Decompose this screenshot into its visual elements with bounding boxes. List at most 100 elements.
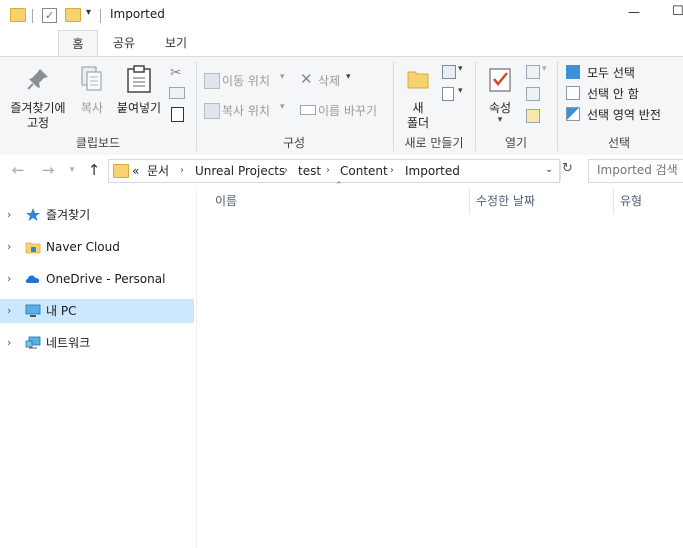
copy-button[interactable]: 복사: [76, 59, 108, 131]
move-to-label: 이동 위치: [222, 74, 270, 88]
column-divider[interactable]: [469, 188, 470, 214]
copy-to-button[interactable]: 복사 위치 ▾: [204, 101, 294, 119]
select-all-button[interactable]: 모두 선택: [566, 63, 678, 81]
column-name[interactable]: 이름: [215, 190, 237, 212]
new-group-label: 새로 만들기: [404, 136, 464, 150]
nav-item-onedrive[interactable]: › OneDrive - Personal: [0, 267, 194, 291]
nav-item-network[interactable]: › 네트워크: [0, 331, 194, 355]
easy-access-icon: [442, 87, 454, 101]
chevron-down-icon: ▾: [458, 64, 463, 74]
search-box[interactable]: [588, 159, 683, 183]
breadcrumb-unreal-projects[interactable]: Unreal Projects: [195, 160, 285, 182]
chevron-right-icon[interactable]: ›: [7, 299, 11, 323]
nav-label: 즐겨찾기: [46, 208, 91, 222]
sort-ascending-icon: ⌃: [335, 181, 343, 191]
select-none-icon: [566, 86, 580, 100]
breadcrumb-test[interactable]: test: [298, 160, 321, 182]
chevron-right-icon[interactable]: ›: [7, 203, 11, 227]
breadcrumb-content[interactable]: Content: [340, 160, 388, 182]
search-input[interactable]: [589, 160, 683, 180]
chevron-down-icon: ▾: [497, 115, 503, 125]
easy-access-button[interactable]: ▾: [442, 86, 464, 101]
history-icon[interactable]: [526, 109, 540, 123]
address-history-dropdown[interactable]: ⌄: [545, 164, 553, 175]
customize-toolbar-icon[interactable]: ▾: [86, 7, 91, 18]
back-arrow-icon[interactable]: ←: [8, 155, 28, 185]
nav-item-quick-access[interactable]: › 즐겨찾기: [0, 203, 194, 227]
address-bar[interactable]: « 문서 › Unreal Projects › test › Content …: [108, 159, 561, 183]
folder-icon: [10, 8, 26, 22]
paste-shortcut-icon[interactable]: [171, 107, 184, 122]
nav-label: 네트워크: [46, 336, 91, 350]
copy-path-icon[interactable]: [169, 87, 185, 99]
nav-item-naver-cloud[interactable]: › Naver Cloud: [0, 235, 194, 259]
paste-icon: [127, 65, 151, 93]
new-item-button[interactable]: ▾: [442, 64, 464, 79]
properties-button[interactable]: 속성 ▾: [480, 59, 520, 131]
chevron-down-icon: ▾: [346, 72, 351, 82]
up-arrow-icon[interactable]: ↑: [84, 155, 104, 185]
copy-to-label: 복사 위치: [222, 104, 270, 118]
chevron-down-icon: ▾: [280, 102, 285, 112]
open-icon[interactable]: [526, 65, 540, 79]
pin-label-2: 고정: [26, 116, 50, 130]
pin-icon: [27, 69, 48, 90]
window-title: Imported: [110, 7, 165, 21]
nav-label: Naver Cloud: [46, 240, 120, 254]
recent-locations-icon[interactable]: ▾: [62, 155, 82, 185]
column-date-modified[interactable]: 수정한 날짜: [476, 190, 535, 212]
properties-icon: [489, 68, 511, 92]
new-folder-button[interactable]: 새 폴더: [398, 59, 438, 131]
nav-item-this-pc[interactable]: › 내 PC: [0, 299, 194, 323]
clipboard-group-label: 클립보드: [75, 136, 121, 150]
select-group-label: 선택: [607, 136, 631, 150]
breadcrumb-overflow[interactable]: «: [132, 160, 139, 182]
open-group-label: 열기: [504, 136, 528, 150]
invert-selection-icon: [566, 107, 580, 121]
invert-selection-button[interactable]: 선택 영역 반전: [566, 105, 678, 123]
paste-button[interactable]: 붙여넣기: [114, 59, 164, 131]
breadcrumb-imported[interactable]: Imported: [405, 160, 460, 182]
refresh-icon[interactable]: ↻: [562, 161, 573, 176]
pin-to-quick-access-button[interactable]: 즐겨찾기에 고정: [4, 59, 72, 131]
divider: [32, 9, 33, 23]
copy-icon: [81, 66, 102, 91]
divider: [560, 161, 561, 181]
new-folder-quick-icon[interactable]: [65, 8, 81, 22]
copy-to-icon: [204, 103, 220, 119]
delete-x-icon: ✕: [300, 70, 313, 88]
breadcrumb-documents[interactable]: 문서: [147, 160, 169, 182]
maximize-button[interactable]: ☐: [672, 4, 683, 19]
move-to-button[interactable]: 이동 위치 ▾: [204, 71, 294, 89]
tab-share[interactable]: 공유: [104, 30, 144, 56]
naver-cloud-icon: [25, 242, 41, 254]
divider: [100, 9, 101, 23]
column-divider[interactable]: [613, 188, 614, 214]
delete-button[interactable]: ✕ 삭제 ▾: [298, 70, 358, 89]
chevron-right-icon[interactable]: ›: [7, 235, 11, 259]
forward-arrow-icon[interactable]: →: [38, 155, 58, 185]
navigation-pane: › 즐겨찾기 › Naver Cloud › OneDrive - Person…: [0, 186, 196, 548]
rename-button[interactable]: 이름 바꾸기: [298, 101, 390, 119]
column-type[interactable]: 유형: [620, 190, 642, 212]
tab-view[interactable]: 보기: [156, 30, 196, 56]
organize-group-label: 구성: [282, 136, 306, 150]
select-none-button[interactable]: 선택 안 함: [566, 84, 678, 102]
breadcrumb-separator[interactable]: ›: [180, 160, 184, 182]
breadcrumb-separator[interactable]: ›: [284, 160, 288, 182]
new-folder-icon: [407, 71, 429, 89]
breadcrumb-separator[interactable]: ›: [326, 160, 330, 182]
star-icon: [26, 208, 40, 221]
chevron-right-icon[interactable]: ›: [7, 331, 11, 355]
rename-icon: [300, 105, 316, 115]
pc-icon: [25, 304, 41, 317]
chevron-right-icon[interactable]: ›: [7, 267, 11, 291]
cut-icon[interactable]: ✂: [170, 65, 182, 81]
properties-quick-icon[interactable]: ✓: [42, 8, 57, 23]
edit-icon[interactable]: [526, 87, 540, 101]
tab-home[interactable]: 홈: [58, 30, 98, 57]
nav-label: OneDrive - Personal: [46, 272, 166, 286]
file-list[interactable]: [197, 186, 683, 548]
breadcrumb-separator[interactable]: ›: [390, 160, 394, 182]
minimize-button[interactable]: —: [628, 5, 640, 19]
